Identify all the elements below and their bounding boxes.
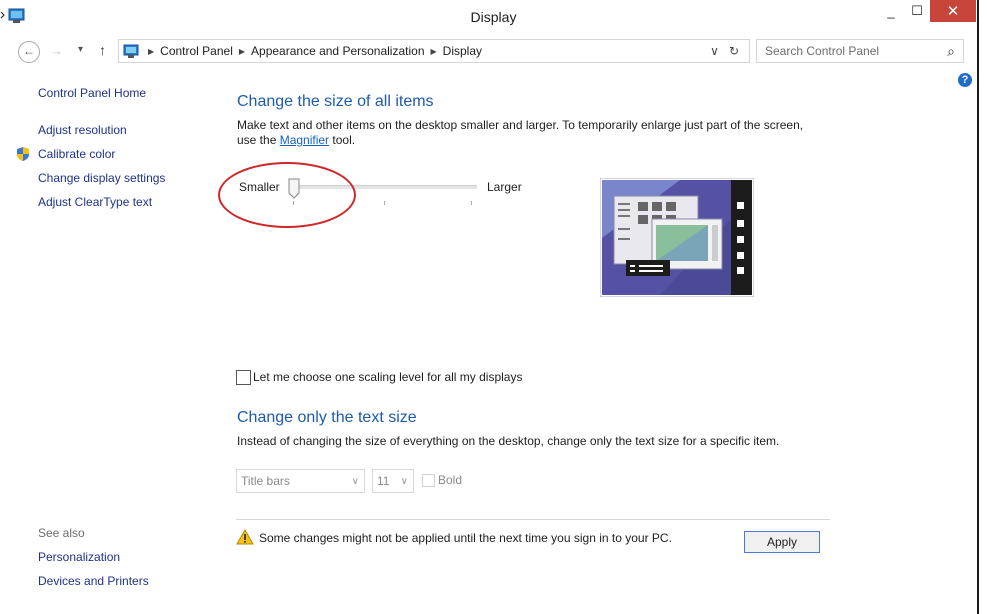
slider-tick (471, 201, 472, 205)
bold-label: Bold (438, 473, 463, 487)
breadcrumb-separator-icon: ▶ (238, 46, 246, 56)
annotation-circle (218, 162, 356, 228)
font-size-select-value: 11 (377, 474, 390, 488)
maximize-button[interactable]: ☐ (906, 0, 928, 22)
search-icon[interactable]: ⌕ (947, 43, 955, 60)
up-button[interactable]: ↑ (99, 42, 106, 58)
footer-divider (236, 519, 830, 520)
breadcrumb-separator-icon: ▶ (430, 46, 437, 56)
close-button[interactable]: ✕ (930, 0, 976, 22)
slider-max-label: Larger (487, 180, 522, 194)
size-description-prefix: use the (237, 133, 280, 147)
see-also-label: See also (38, 526, 85, 540)
chevron-down-icon: ∨ (351, 475, 359, 487)
warning-icon (236, 529, 254, 545)
warning-text: Some changes might not be applied until … (259, 531, 672, 545)
control-panel-icon (123, 44, 139, 58)
size-heading: Change the size of all items (237, 93, 434, 110)
search-input[interactable]: Search Control Panel (765, 44, 947, 58)
font-size-select[interactable]: 11 ∨ (372, 469, 414, 493)
window-title: Display (470, 9, 517, 25)
breadcrumb-appearance[interactable]: Appearance and Personalization (251, 44, 424, 58)
breadcrumb-control-panel[interactable]: Control Panel (160, 44, 233, 58)
magnifier-link[interactable]: Magnifier (280, 133, 329, 147)
breadcrumb-display[interactable]: Display (443, 44, 482, 58)
help-icon[interactable]: ? (958, 73, 972, 87)
forward-button[interactable]: → (50, 43, 63, 58)
sidebar-item-calibrate-color[interactable]: Calibrate color (38, 147, 115, 161)
size-description-line2: use the Magnifier tool. (237, 133, 355, 147)
slider-tick (384, 201, 385, 205)
address-bar[interactable]: ▶ Control Panel ▶ Appearance and Persona… (118, 39, 750, 63)
title-bar: Display _ ☐ ✕ (0, 0, 987, 34)
sidebar-home-link[interactable]: Control Panel Home (38, 86, 146, 100)
refresh-icon[interactable]: ↻ (729, 44, 739, 58)
scaling-checkbox[interactable] (236, 370, 251, 385)
breadcrumb-separator-icon: ▶ (148, 46, 155, 56)
minimize-button[interactable]: _ (880, 0, 902, 22)
scaling-checkbox-label: Let me choose one scaling level for all … (253, 370, 523, 384)
bold-checkbox[interactable] (422, 474, 435, 487)
item-select[interactable]: Title bars ∨ (236, 469, 365, 493)
search-box[interactable]: Search Control Panel ⌕ (756, 39, 964, 63)
shield-icon (17, 147, 29, 161)
sidebar-item-adjust-cleartype[interactable]: Adjust ClearType text (38, 195, 152, 209)
see-also-devices-printers[interactable]: Devices and Printers (38, 574, 149, 588)
text-size-heading: Change only the text size (237, 409, 417, 426)
address-dropdown-icon[interactable]: ∨ (710, 44, 719, 58)
window-right-border (977, 0, 979, 614)
back-button[interactable]: ← (18, 41, 40, 63)
apply-button[interactable]: Apply (744, 531, 820, 553)
display-preview-image (600, 178, 754, 297)
item-select-value: Title bars (241, 474, 290, 488)
size-description-suffix: tool. (329, 133, 356, 147)
see-also-personalization[interactable]: Personalization (38, 550, 120, 564)
sidebar-item-change-display-settings[interactable]: Change display settings (38, 171, 165, 185)
sidebar-item-adjust-resolution[interactable]: Adjust resolution (38, 123, 127, 137)
text-size-description: Instead of changing the size of everythi… (237, 434, 780, 448)
size-description: Make text and other items on the desktop… (237, 118, 804, 132)
recent-locations-button[interactable]: ▾ (78, 44, 83, 55)
chevron-down-icon: ∨ (400, 475, 408, 487)
